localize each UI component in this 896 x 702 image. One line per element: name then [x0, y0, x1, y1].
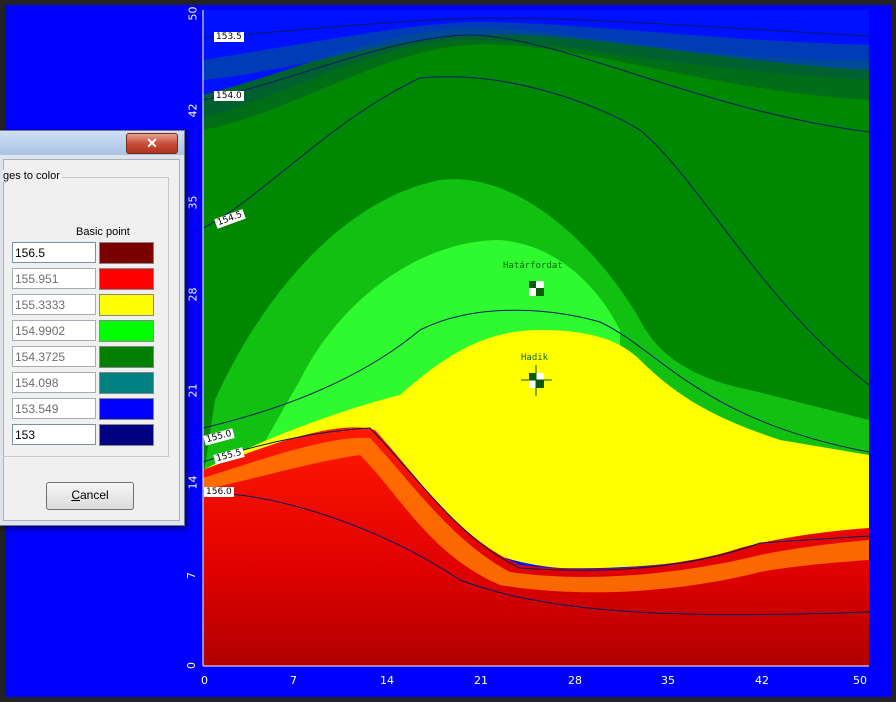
cancel-button[interactable]: Cancel — [46, 482, 134, 510]
x-tick-label: 7 — [290, 674, 297, 687]
contour-label: 153.5 — [214, 32, 244, 42]
point-label: Határfordat — [503, 261, 563, 271]
value-field[interactable]: 154.9902 — [12, 320, 96, 341]
x-tick-label: 14 — [380, 674, 394, 687]
color-swatch[interactable] — [99, 372, 154, 394]
y-tick-label: 42 — [186, 103, 200, 118]
y-tick-label: 14 — [186, 475, 200, 490]
contour-map-window: 153.5 154.0 154.5 155.0 155.5 156.0 Hatá… — [0, 0, 896, 702]
value-field[interactable]: 155.951 — [12, 268, 96, 289]
color-swatch[interactable] — [99, 268, 154, 290]
close-icon: ✕ — [146, 135, 158, 151]
value-field[interactable]: 156.5 — [12, 242, 96, 263]
color-swatch[interactable] — [99, 398, 154, 420]
y-tick-label: 0 — [185, 662, 198, 669]
point-marker[interactable] — [529, 281, 544, 296]
color-swatch[interactable] — [99, 346, 154, 368]
y-tick-label: 35 — [186, 195, 200, 210]
y-tick-label: 7 — [185, 572, 198, 579]
value-field[interactable]: 153 — [12, 424, 96, 445]
color-swatch[interactable] — [99, 294, 154, 316]
cancel-label-rest: ancel — [79, 488, 109, 502]
value-field[interactable]: 153.549 — [12, 398, 96, 419]
dialog-body: ges to color Basic point 156.5 155.951 1… — [3, 159, 180, 521]
x-tick-label: 0 — [201, 674, 208, 687]
y-tick-label: 28 — [186, 287, 200, 302]
y-tick-label: 21 — [186, 383, 200, 398]
x-tick-label: 35 — [661, 674, 675, 687]
color-swatch[interactable] — [99, 242, 154, 264]
color-swatch[interactable] — [99, 424, 154, 446]
x-tick-label: 42 — [755, 674, 769, 687]
point-label: Hadik — [521, 353, 549, 363]
plot-area — [202, 10, 870, 667]
cancel-mnemonic: C — [71, 488, 80, 502]
x-tick-label: 21 — [474, 674, 488, 687]
x-tick-label: 50 — [853, 674, 867, 687]
value-field[interactable]: 155.3333 — [12, 294, 96, 315]
value-field[interactable]: 154.098 — [12, 372, 96, 393]
group-label: ges to color — [3, 170, 62, 182]
y-tick-label: 50 — [186, 6, 200, 21]
color-range-dialog: ✕ ges to color Basic point 156.5 155.951… — [0, 130, 185, 526]
contour-label: 156.0 — [204, 487, 234, 497]
basic-point-header: Basic point — [76, 226, 130, 238]
contour-label: 154.0 — [214, 91, 244, 101]
color-swatch[interactable] — [99, 320, 154, 342]
value-field[interactable]: 154.3725 — [12, 346, 96, 367]
close-button[interactable]: ✕ — [126, 133, 178, 154]
x-tick-label: 28 — [568, 674, 582, 687]
